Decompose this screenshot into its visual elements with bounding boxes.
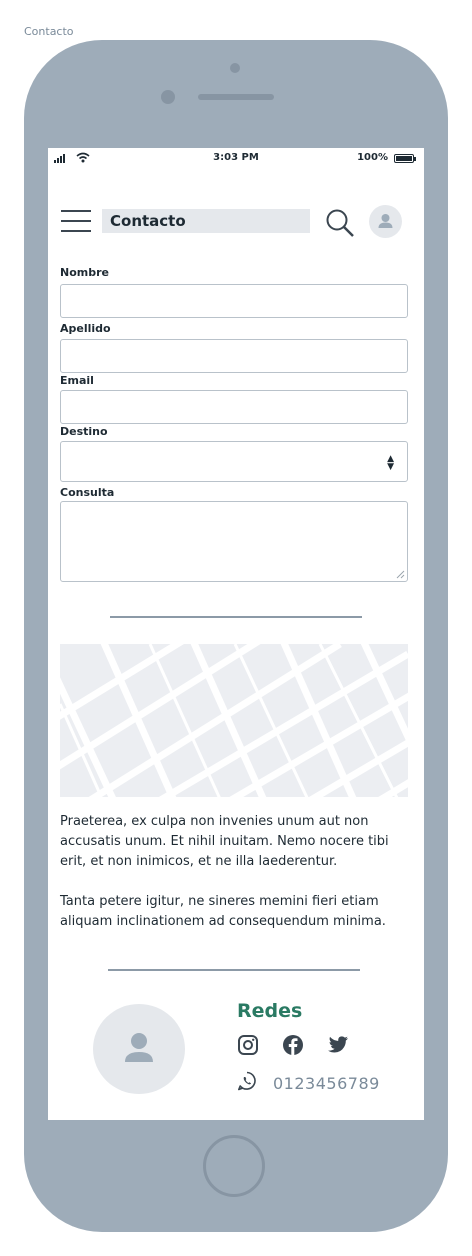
page-title-box: Contacto — [102, 209, 310, 233]
battery-percentage: 100% — [357, 152, 388, 163]
resize-handle-icon[interactable] — [396, 570, 405, 579]
content-paragraph-1: Praeterea, ex culpa non invenies unum au… — [60, 814, 389, 869]
redes-title: Redes — [237, 1000, 303, 1022]
email-label: Email — [60, 374, 94, 387]
content-paragraph-2: Tanta petere igitur, ne sineres memini f… — [60, 894, 386, 929]
apellido-input[interactable] — [60, 339, 408, 373]
facebook-icon[interactable] — [282, 1034, 304, 1056]
map-image — [60, 644, 408, 797]
user-icon — [378, 214, 393, 228]
status-bar: 3:03 PM 100% — [48, 148, 424, 168]
phone-front-sensor — [161, 90, 175, 104]
destino-label: Destino — [60, 425, 108, 438]
home-button[interactable] — [203, 1135, 265, 1197]
user-icon — [125, 1033, 153, 1062]
phone-number[interactable]: 0123456789 — [273, 1074, 380, 1093]
twitter-icon[interactable] — [327, 1034, 349, 1056]
apellido-label: Apellido — [60, 322, 111, 335]
select-arrows-icon: ▲ ▼ — [387, 454, 394, 472]
section-divider — [110, 616, 362, 618]
battery-icon — [394, 154, 416, 163]
menu-icon[interactable] — [61, 210, 91, 232]
email-input[interactable] — [60, 390, 408, 424]
footer-divider — [108, 969, 360, 971]
destino-select[interactable]: ▲ ▼ — [60, 441, 408, 482]
nombre-label: Nombre — [60, 266, 109, 279]
profile-avatar — [93, 1004, 185, 1094]
page-title: Contacto — [110, 212, 186, 230]
phone-speaker — [198, 94, 274, 100]
instagram-icon[interactable] — [237, 1034, 259, 1056]
nombre-input[interactable] — [60, 284, 408, 318]
phone-camera — [230, 63, 240, 73]
search-icon[interactable] — [325, 209, 355, 237]
page-label: Contacto — [24, 25, 74, 38]
phone-screen: 3:03 PM 100% Contacto Nombre Apellido Em… — [48, 148, 424, 1120]
user-avatar[interactable] — [369, 205, 402, 238]
consulta-textarea[interactable] — [60, 501, 408, 582]
whatsapp-icon[interactable] — [237, 1071, 257, 1091]
consulta-label: Consulta — [60, 486, 115, 499]
